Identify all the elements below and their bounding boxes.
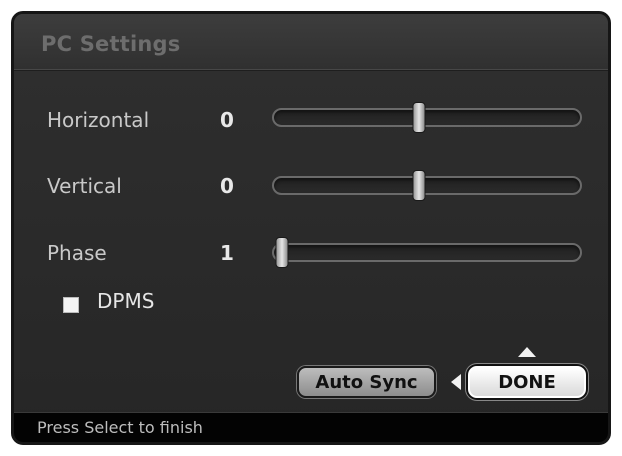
status-text: Press Select to finish bbox=[37, 418, 203, 437]
phase-slider[interactable] bbox=[272, 237, 582, 268]
auto-sync-button[interactable]: Auto Sync bbox=[297, 366, 436, 398]
horizontal-value: 0 bbox=[220, 108, 234, 132]
phase-slider-thumb[interactable] bbox=[275, 237, 289, 268]
horizontal-slider-thumb[interactable] bbox=[412, 102, 426, 133]
done-label: DONE bbox=[498, 371, 556, 393]
arrow-up-icon bbox=[518, 347, 536, 357]
status-bar: Press Select to finish bbox=[14, 412, 608, 442]
vertical-slider-thumb[interactable] bbox=[412, 170, 426, 201]
vertical-value: 0 bbox=[220, 174, 234, 198]
vertical-label: Vertical bbox=[47, 174, 122, 198]
pc-settings-dialog: PC Settings Horizontal 0 Vertical 0 Phas… bbox=[11, 11, 611, 445]
vertical-slider[interactable] bbox=[272, 170, 582, 201]
dpms-label: DPMS bbox=[97, 289, 155, 313]
dpms-checkbox[interactable] bbox=[63, 297, 79, 313]
phase-label: Phase bbox=[47, 241, 107, 265]
arrow-left-icon bbox=[451, 374, 461, 390]
horizontal-slider[interactable] bbox=[272, 102, 582, 133]
title-bar: PC Settings bbox=[14, 14, 608, 70]
dialog-title: PC Settings bbox=[41, 32, 181, 56]
phase-value: 1 bbox=[220, 241, 234, 265]
done-button[interactable]: DONE bbox=[468, 366, 586, 398]
horizontal-label: Horizontal bbox=[47, 108, 150, 132]
auto-sync-label: Auto Sync bbox=[315, 371, 418, 393]
